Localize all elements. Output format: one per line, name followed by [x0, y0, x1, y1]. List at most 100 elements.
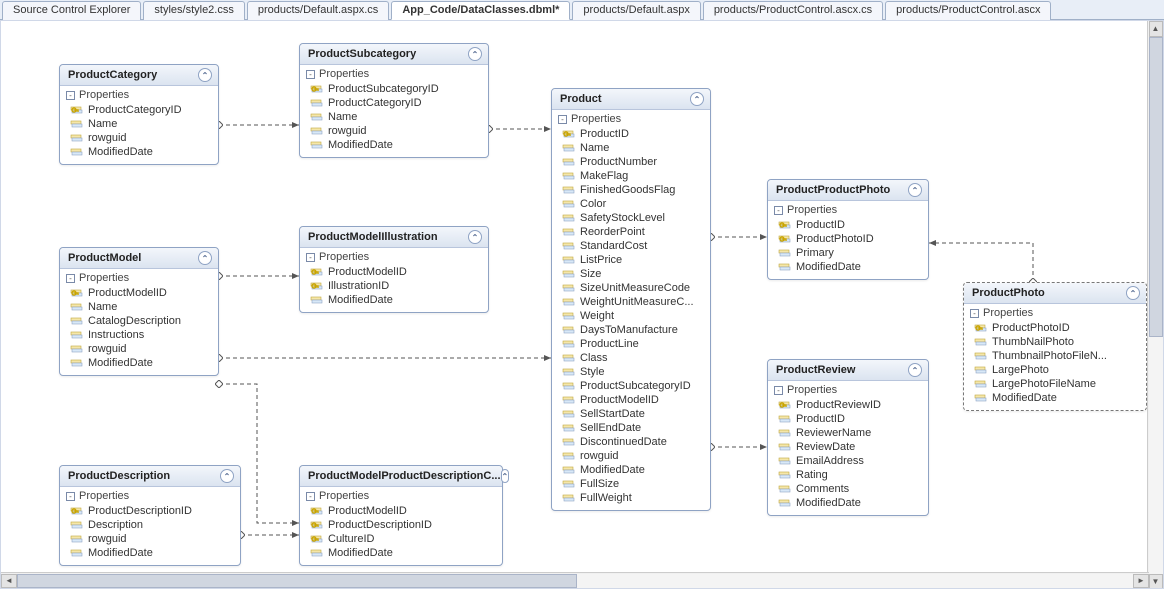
property-row[interactable]: rowguid	[304, 124, 484, 138]
collapse-icon[interactable]: ⌃	[908, 183, 922, 197]
property-row[interactable]: ModifiedDate	[64, 145, 214, 159]
horizontal-scrollbar[interactable]: ◄ ►	[1, 572, 1149, 588]
section-toggle-icon[interactable]: -	[306, 253, 315, 262]
property-row[interactable]: ProductNumber	[556, 155, 706, 169]
section-toggle-icon[interactable]: -	[970, 309, 979, 318]
property-row[interactable]: ProductSubcategoryID	[304, 82, 484, 96]
section-toggle-icon[interactable]: -	[66, 274, 75, 283]
property-row[interactable]: Comments	[772, 482, 924, 496]
property-row[interactable]: ThumbNailPhoto	[968, 335, 1142, 349]
property-row[interactable]: ModifiedDate	[772, 260, 924, 274]
entity-ProductModelProductDescriptionC[interactable]: ProductModelProductDescriptionC...⌃-Prop…	[299, 465, 503, 566]
property-row[interactable]: ProductModelID	[556, 393, 706, 407]
property-row[interactable]: rowguid	[64, 532, 236, 546]
properties-section-header[interactable]: -Properties	[964, 304, 1146, 320]
property-row[interactable]: Color	[556, 197, 706, 211]
properties-section-header[interactable]: -Properties	[768, 381, 928, 397]
vscroll-track[interactable]	[1149, 37, 1163, 574]
property-row[interactable]: ProductLine	[556, 337, 706, 351]
entity-header[interactable]: ProductModel⌃	[60, 248, 218, 269]
property-row[interactable]: rowguid	[556, 449, 706, 463]
property-row[interactable]: ProductPhotoID	[772, 232, 924, 246]
collapse-icon[interactable]: ⌃	[198, 251, 212, 265]
scroll-down-button[interactable]: ▼	[1149, 574, 1163, 589]
property-row[interactable]: LargePhotoFileName	[968, 377, 1142, 391]
section-toggle-icon[interactable]: -	[774, 386, 783, 395]
property-row[interactable]: CultureID	[304, 532, 498, 546]
section-toggle-icon[interactable]: -	[306, 70, 315, 79]
property-row[interactable]: Instructions	[64, 328, 214, 342]
property-row[interactable]: SellEndDate	[556, 421, 706, 435]
collapse-icon[interactable]: ⌃	[468, 47, 482, 61]
property-row[interactable]: ProductPhotoID	[968, 321, 1142, 335]
tab-0[interactable]: Source Control Explorer	[2, 1, 141, 20]
property-row[interactable]: ModifiedDate	[772, 496, 924, 510]
entity-ProductModel[interactable]: ProductModel⌃-PropertiesProductModelIDNa…	[59, 247, 219, 376]
property-row[interactable]: ProductID	[772, 412, 924, 426]
property-row[interactable]: ReorderPoint	[556, 225, 706, 239]
collapse-icon[interactable]: ⌃	[1126, 286, 1140, 300]
vscroll-thumb[interactable]	[1149, 37, 1163, 337]
entity-header[interactable]: ProductCategory⌃	[60, 65, 218, 86]
collapse-icon[interactable]: ⌃	[908, 363, 922, 377]
property-row[interactable]: ModifiedDate	[304, 138, 484, 152]
entity-header[interactable]: ProductModelProductDescriptionC...⌃	[300, 466, 502, 487]
property-row[interactable]: Description	[64, 518, 236, 532]
properties-section-header[interactable]: -Properties	[552, 110, 710, 126]
entity-header[interactable]: Product⌃	[552, 89, 710, 110]
property-row[interactable]: ModifiedDate	[64, 356, 214, 370]
tab-6[interactable]: products/ProductControl.ascx	[885, 1, 1051, 20]
property-row[interactable]: EmailAddress	[772, 454, 924, 468]
properties-section-header[interactable]: -Properties	[60, 487, 240, 503]
property-row[interactable]: SizeUnitMeasureCode	[556, 281, 706, 295]
properties-section-header[interactable]: -Properties	[60, 86, 218, 102]
entity-header[interactable]: ProductSubcategory⌃	[300, 44, 488, 65]
property-row[interactable]: ModifiedDate	[64, 546, 236, 560]
properties-section-header[interactable]: -Properties	[60, 269, 218, 285]
property-row[interactable]: Size	[556, 267, 706, 281]
properties-section-header[interactable]: -Properties	[768, 201, 928, 217]
property-row[interactable]: Primary	[772, 246, 924, 260]
property-row[interactable]: ListPrice	[556, 253, 706, 267]
property-row[interactable]: IllustrationID	[304, 279, 484, 293]
property-row[interactable]: SafetyStockLevel	[556, 211, 706, 225]
scroll-right-button[interactable]: ►	[1133, 574, 1149, 588]
section-toggle-icon[interactable]: -	[558, 115, 567, 124]
property-row[interactable]: ProductCategoryID	[304, 96, 484, 110]
property-row[interactable]: ProductModelID	[304, 265, 484, 279]
properties-section-header[interactable]: -Properties	[300, 248, 488, 264]
property-row[interactable]: ProductModelID	[64, 286, 214, 300]
property-row[interactable]: rowguid	[64, 131, 214, 145]
entity-header[interactable]: ProductPhoto⌃	[964, 283, 1146, 304]
property-row[interactable]: WeightUnitMeasureC...	[556, 295, 706, 309]
property-row[interactable]: ProductDescriptionID	[304, 518, 498, 532]
property-row[interactable]: ThumbnailPhotoFileN...	[968, 349, 1142, 363]
property-row[interactable]: ModifiedDate	[304, 546, 498, 560]
tab-5[interactable]: products/ProductControl.ascx.cs	[703, 1, 883, 20]
property-row[interactable]: rowguid	[64, 342, 214, 356]
entity-ProductReview[interactable]: ProductReview⌃-PropertiesProductReviewID…	[767, 359, 929, 516]
property-row[interactable]: Class	[556, 351, 706, 365]
designer-canvas[interactable]: ProductCategory⌃-PropertiesProductCatego…	[1, 21, 1164, 589]
property-row[interactable]: FinishedGoodsFlag	[556, 183, 706, 197]
property-row[interactable]: Style	[556, 365, 706, 379]
property-row[interactable]: ReviewDate	[772, 440, 924, 454]
property-row[interactable]: Name	[556, 141, 706, 155]
collapse-icon[interactable]: ⌃	[468, 230, 482, 244]
property-row[interactable]: Rating	[772, 468, 924, 482]
entity-header[interactable]: ProductProductPhoto⌃	[768, 180, 928, 201]
entity-header[interactable]: ProductModelIllustration⌃	[300, 227, 488, 248]
tab-3[interactable]: App_Code/DataClasses.dbml*	[391, 1, 570, 20]
property-row[interactable]: ProductID	[772, 218, 924, 232]
section-toggle-icon[interactable]: -	[774, 206, 783, 215]
section-toggle-icon[interactable]: -	[306, 492, 315, 501]
property-row[interactable]: CatalogDescription	[64, 314, 214, 328]
property-row[interactable]: DiscontinuedDate	[556, 435, 706, 449]
hscroll-thumb[interactable]	[17, 574, 577, 588]
property-row[interactable]: LargePhoto	[968, 363, 1142, 377]
entity-ProductDescription[interactable]: ProductDescription⌃-PropertiesProductDes…	[59, 465, 241, 566]
property-row[interactable]: FullWeight	[556, 491, 706, 505]
property-row[interactable]: ProductModelID	[304, 504, 498, 518]
collapse-icon[interactable]: ⌃	[198, 68, 212, 82]
entity-header[interactable]: ProductDescription⌃	[60, 466, 240, 487]
